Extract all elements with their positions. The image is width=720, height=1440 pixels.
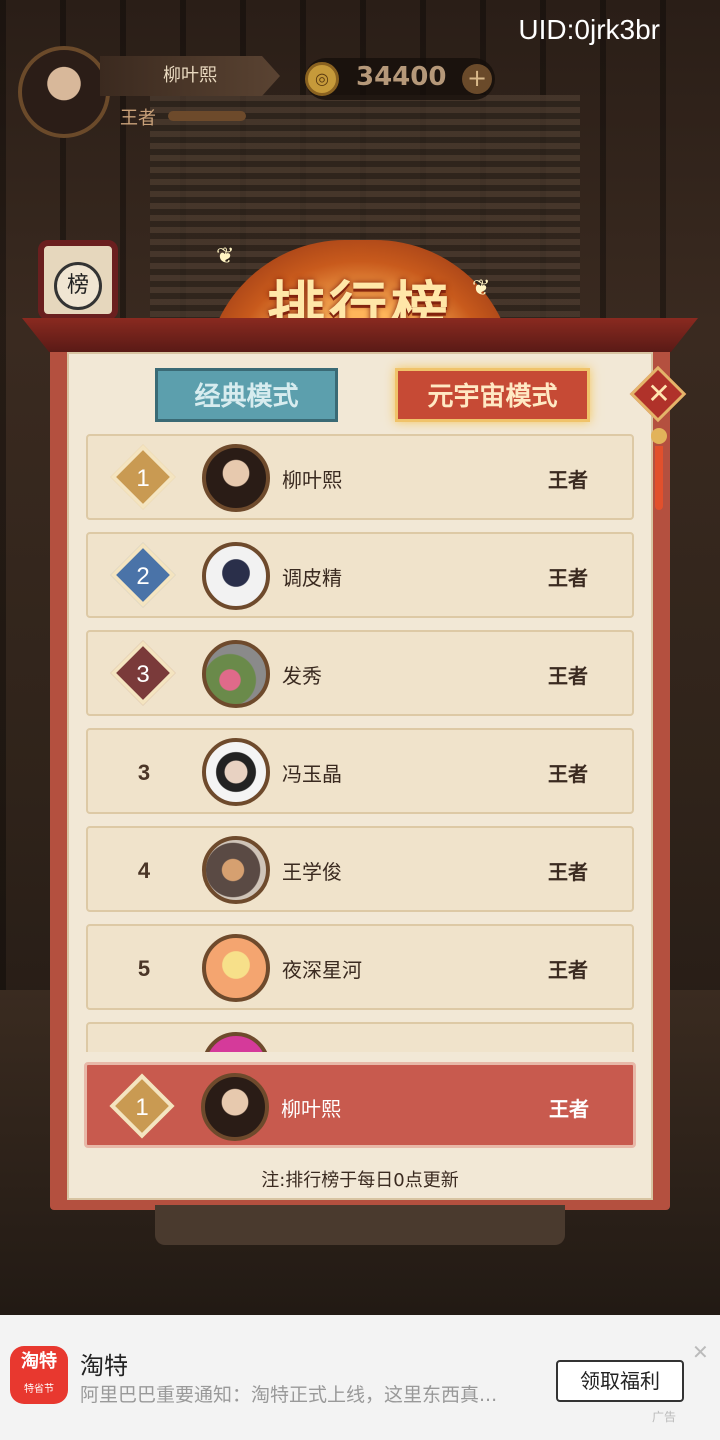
avatar[interactable] [202, 1032, 270, 1052]
avatar[interactable] [202, 738, 270, 806]
update-note: 注:排行榜于每日0点更新 [261, 1170, 459, 1191]
rank-number: 3 [136, 661, 150, 688]
player-level: 王者 [548, 664, 588, 688]
ad-app-name: 淘特 [80, 1352, 128, 1380]
player-name: 夜深星河 [282, 958, 362, 982]
player-level: 王者 [548, 762, 588, 786]
player-name: 柳叶熙 [282, 468, 342, 492]
my-rank-row: 1 柳叶熙 王者 [84, 1062, 636, 1148]
player-rank: 王者 [120, 108, 156, 129]
tab-classic-mode[interactable]: 经典模式 [155, 368, 338, 422]
player-level: 王者 [549, 1097, 589, 1121]
player-name: 调皮精 [282, 566, 342, 590]
list-item: 5 夜深星河 王者 [86, 924, 634, 1010]
ad-description: 阿里巴巴重要通知：淘特正式上线，这里东西真... [80, 1384, 498, 1406]
coin-icon: ◎ [305, 62, 339, 96]
ad-close-icon[interactable]: ✕ [692, 1340, 709, 1364]
rank-number: 2 [136, 563, 150, 590]
tassel-ornament [651, 420, 667, 510]
avatar[interactable] [202, 542, 270, 610]
tab-metaverse-mode[interactable]: 元宇宙模式 [395, 368, 590, 422]
rank-number: 4 [137, 858, 151, 883]
list-item: 3 冯玉晶 王者 [86, 728, 634, 814]
rank-number: 3 [137, 760, 151, 785]
leaderboard-list[interactable]: 1 柳叶熙 王者 2 调皮精 王者 3 发秀 王者 3 冯玉晶 王者 4 王学俊… [86, 434, 634, 1052]
rank-number: 5 [137, 956, 151, 981]
ad-tag: 广告 [652, 1410, 677, 1424]
player-level: 王者 [548, 860, 588, 884]
avatar[interactable] [202, 836, 270, 904]
player-level: 王者 [548, 468, 588, 492]
player-name: 发秀 [282, 664, 322, 688]
close-icon[interactable]: ✕ [641, 374, 677, 414]
list-item: 4 王学俊 王者 [86, 826, 634, 912]
player-name: 柳叶熙 [100, 56, 280, 96]
list-item: 3 发秀 王者 [86, 630, 634, 716]
list-item: 2 调皮精 王者 [86, 532, 634, 618]
player-name: 柳叶熙 [281, 1097, 341, 1121]
panel-base [155, 1205, 565, 1245]
add-coins-button[interactable]: + [462, 64, 492, 94]
panel-roof [22, 318, 698, 352]
uid-label: UID:0jrk3br [518, 14, 660, 45]
player-name: 王学俊 [282, 860, 342, 884]
player-level: 王者 [548, 958, 588, 982]
rank-number: 1 [136, 465, 150, 492]
list-item: 1 柳叶熙 王者 [86, 434, 634, 520]
avatar[interactable] [202, 934, 270, 1002]
avatar[interactable] [201, 1073, 269, 1141]
claim-benefit-button[interactable]: 领取福利 [556, 1360, 684, 1402]
rank-number: 1 [135, 1094, 149, 1121]
player-name: 冯玉晶 [282, 762, 342, 786]
player-level: 王者 [548, 566, 588, 590]
avatar[interactable] [202, 640, 270, 708]
list-item-partial [86, 1022, 634, 1052]
player-avatar[interactable] [18, 46, 110, 138]
coin-count: 34400 [356, 62, 447, 92]
rank-progress-bar [168, 111, 246, 121]
taote-logo-icon[interactable]: 淘特 特省节 [10, 1346, 68, 1404]
avatar[interactable] [202, 444, 270, 512]
